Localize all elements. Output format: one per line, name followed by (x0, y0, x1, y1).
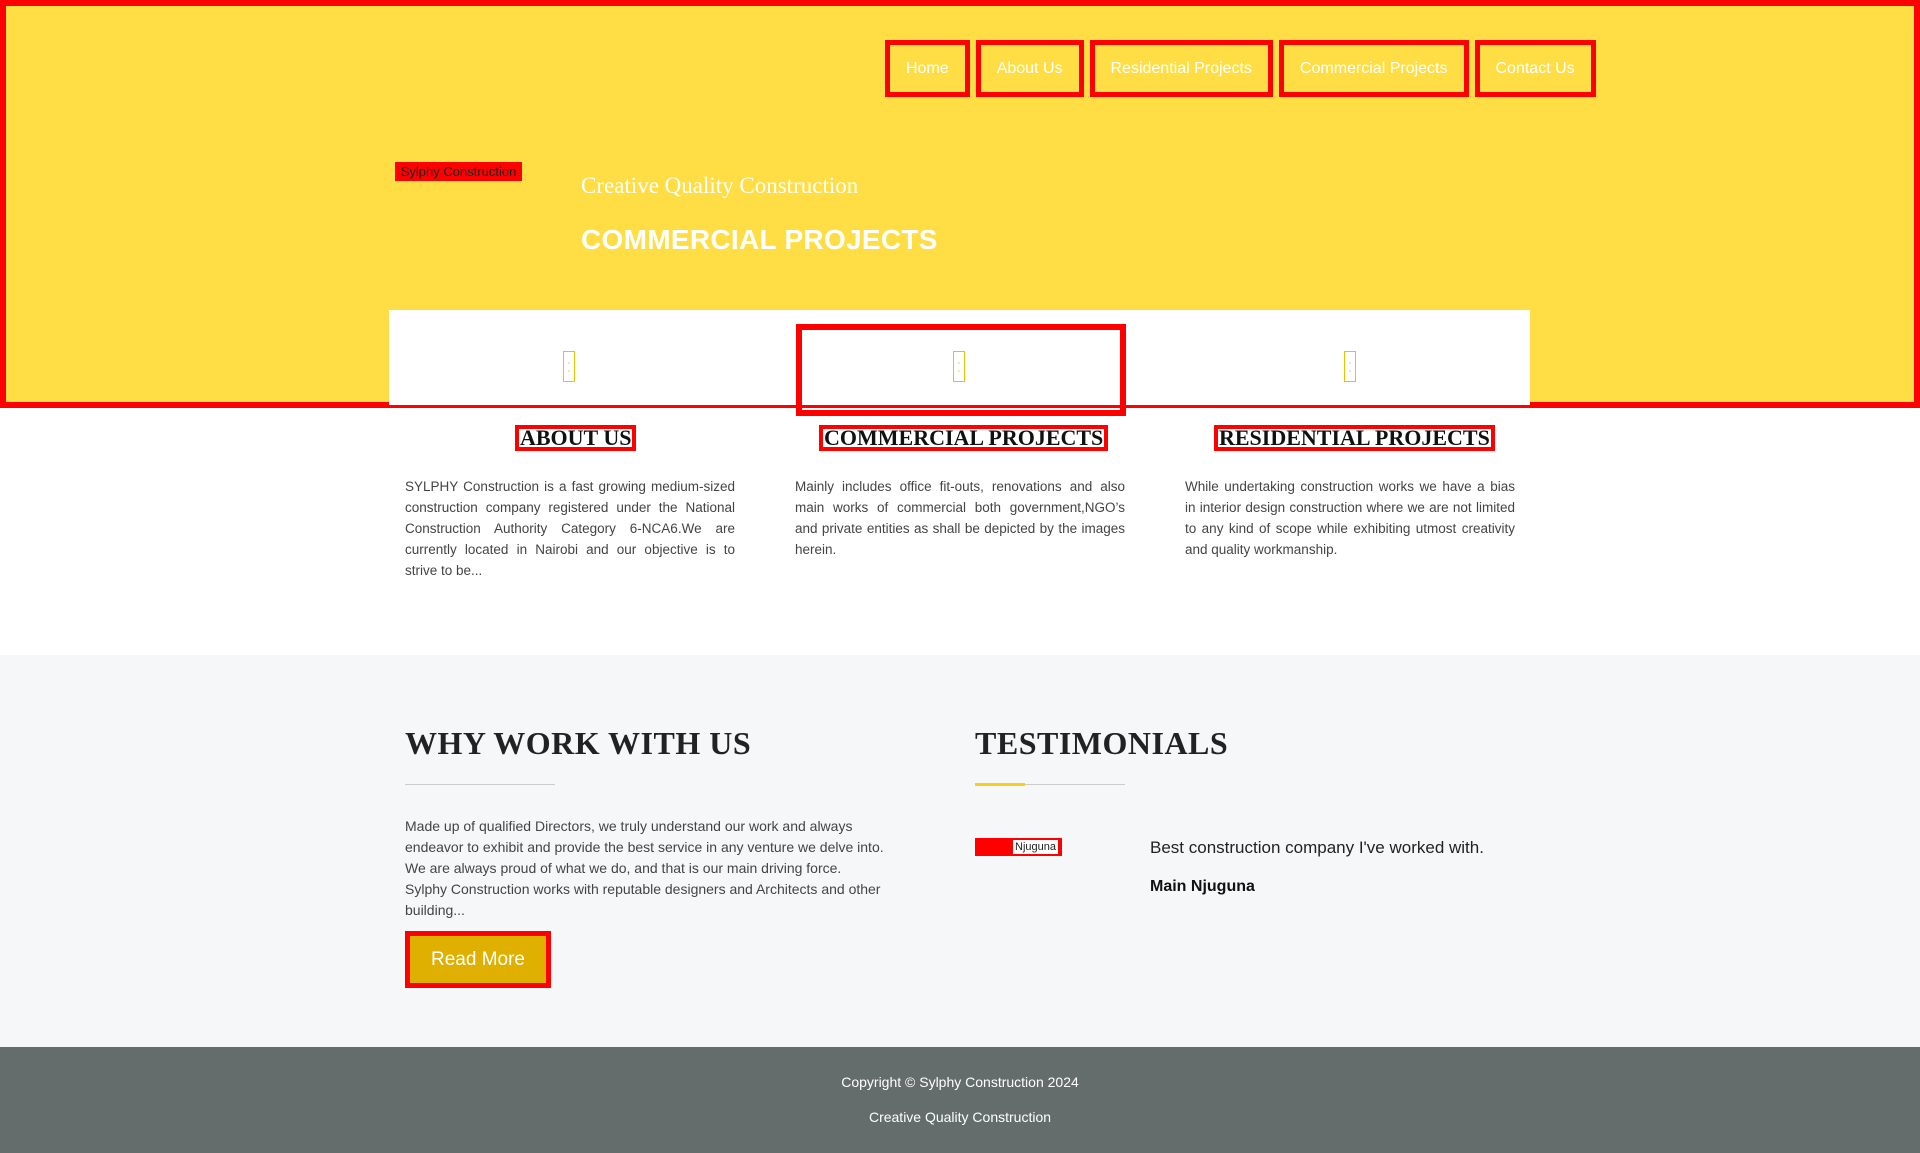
broken-image-icon: ▫ ▫ (1344, 351, 1356, 382)
testimonials-divider-accent (975, 783, 1025, 786)
testimonial-quote: Best construction company I've worked wi… (1150, 838, 1484, 857)
why-divider (405, 784, 555, 785)
residential-projects-text: While undertaking construction works we … (1185, 479, 1515, 557)
about-us-text: SYLPHY Construction is a fast growing me… (405, 479, 735, 578)
nav-commercial-projects[interactable]: Commercial Projects (1278, 40, 1469, 97)
main-nav: Home About Us Residential Projects Comme… (885, 40, 1596, 97)
read-more-button[interactable]: Read More (405, 931, 551, 988)
broken-image-icon: ▫ ▫ (563, 351, 575, 382)
footer-copyright: Copyright © Sylphy Construction 2024 (841, 1074, 1079, 1090)
footer-tagline: Creative Quality Construction (868, 1109, 1052, 1125)
why-testimonials-section (0, 655, 1920, 1047)
why-text: Made up of qualified Directors, we truly… (405, 818, 884, 918)
avatar-alt-text: Njuguna (1013, 840, 1058, 854)
nav-contact-us[interactable]: Contact Us (1474, 40, 1596, 97)
hero-tagline: Creative Quality Construction (581, 173, 859, 198)
why-work-with-us-heading: WHY WORK WITH US (405, 725, 752, 761)
nav-about-us[interactable]: About Us (975, 40, 1084, 97)
site-logo[interactable]: Sylphy Construction (395, 162, 522, 181)
testimonial-author: Main Njuguna (1150, 878, 1255, 895)
nav-residential-projects[interactable]: Residential Projects (1089, 40, 1273, 97)
residential-projects-heading[interactable]: RESIDENTIAL PROJECTS (1214, 425, 1495, 451)
commercial-projects-heading[interactable]: COMMERCIAL PROJECTS (819, 425, 1109, 451)
testimonials-heading: TESTIMONIALS (975, 725, 1229, 761)
page-title: COMMERCIAL PROJECTS (581, 224, 938, 255)
site-footer: Copyright © Sylphy Construction 2024 Cre… (0, 1047, 1920, 1153)
feature-card-commercial[interactable] (796, 324, 1126, 416)
about-us-heading[interactable]: ABOUT US (515, 425, 637, 451)
nav-home[interactable]: Home (885, 40, 970, 97)
commercial-projects-text: Mainly includes office fit-outs, renovat… (795, 479, 1125, 557)
avatar: Njuguna (975, 838, 1062, 856)
